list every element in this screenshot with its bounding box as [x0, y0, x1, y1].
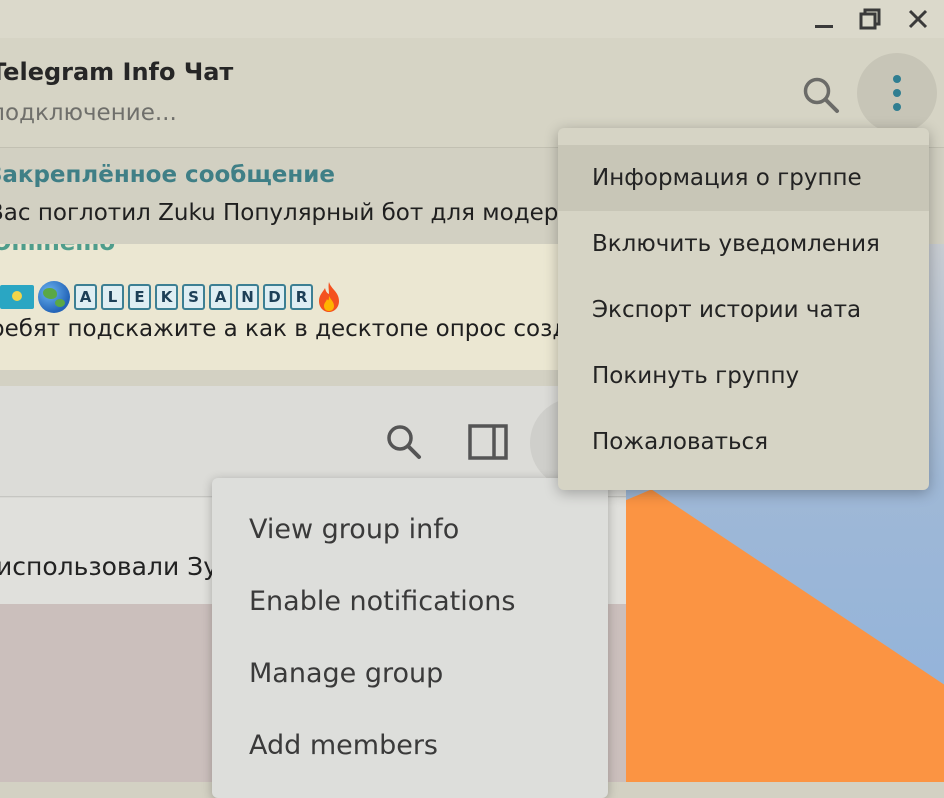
message-author[interactable]: Ominemo: [0, 244, 115, 256]
letter-box: L: [101, 284, 124, 310]
menu-item-view-group-info[interactable]: View group info: [249, 514, 459, 545]
menu-item-group-info[interactable]: Информация о группе: [558, 145, 929, 211]
letter-box: S: [182, 284, 205, 310]
menu-item-enable-notifications[interactable]: Enable notifications: [249, 586, 515, 617]
context-menu-ru: Информация о группе Включить уведомления…: [558, 128, 929, 490]
search-icon[interactable]: [800, 74, 842, 116]
menu-item-manage-group[interactable]: Manage group: [249, 658, 443, 689]
menu-item-enable-notifications-ru[interactable]: Включить уведомления: [558, 211, 929, 277]
chat-status: подключение...: [0, 100, 177, 126]
pinned-text: Вас поглотил Zuku Популярный бот для мод…: [0, 200, 619, 226]
message-bubble[interactable]: Ominemo A L E K S A N D R ребят подскажи…: [0, 244, 590, 370]
letter-box: R: [290, 284, 313, 310]
menu-item-add-members[interactable]: Add members: [249, 730, 438, 761]
embedded-message-text: использовали Зуку: [0, 552, 248, 581]
globe-icon: [38, 281, 70, 313]
letter-box: E: [128, 284, 151, 310]
context-menu-en: View group info Enable notifications Man…: [212, 478, 608, 798]
chat-title[interactable]: Telegram Info Чат: [0, 58, 233, 86]
restore-icon: [859, 8, 881, 30]
close-button[interactable]: [898, 0, 938, 38]
restore-button[interactable]: [850, 0, 890, 38]
kazakhstan-flag-icon: [0, 285, 34, 309]
letter-box: N: [236, 284, 259, 310]
author-name-emoji-row: A L E K S A N D R: [0, 280, 341, 314]
more-vertical-icon: [893, 75, 901, 111]
search-icon[interactable]: [384, 422, 424, 462]
menu-item-export-chat-history[interactable]: Экспорт истории чата: [558, 277, 929, 343]
minimize-button[interactable]: [804, 0, 844, 38]
menu-item-leave-group[interactable]: Покинуть группу: [558, 343, 929, 409]
minimize-icon: [815, 25, 833, 28]
letter-box: A: [209, 284, 232, 310]
pinned-title: Закреплённое сообщение: [0, 162, 335, 188]
more-menu-button[interactable]: [857, 53, 937, 133]
fire-icon: [317, 281, 341, 313]
message-text: ребят подскажите а как в десктопе опрос …: [0, 316, 590, 342]
close-icon: [908, 9, 928, 29]
window-titlebar: [0, 0, 944, 38]
letter-box: D: [263, 284, 286, 310]
letter-box: K: [155, 284, 178, 310]
menu-item-report[interactable]: Пожаловаться: [558, 409, 929, 475]
sidebar-toggle-icon[interactable]: [466, 420, 510, 464]
letter-box: A: [74, 284, 97, 310]
